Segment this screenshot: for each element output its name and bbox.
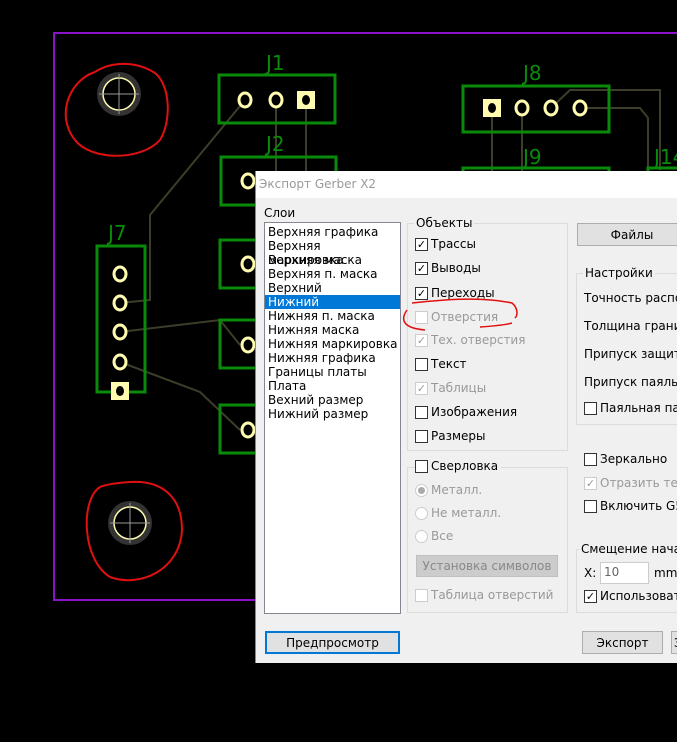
radio-circle — [415, 529, 428, 543]
hole-table-checkbox[interactable]: Таблица отверстий — [415, 588, 553, 602]
layer-item[interactable]: Верхняя графика — [265, 225, 400, 239]
layer-item[interactable]: Нижняя п. маска — [265, 309, 400, 323]
drilling-label: Сверловка — [431, 459, 499, 473]
checkbox-box: ✓ — [415, 261, 428, 275]
object-label: Текст — [431, 357, 467, 371]
object-checkbox[interactable]: ✓ Трассы — [415, 237, 476, 251]
object-label: Выводы — [431, 261, 481, 275]
layer-item[interactable]: Нижняя графика — [265, 351, 400, 365]
checkbox-box — [415, 357, 428, 371]
offset-label: Смещение начал — [579, 542, 677, 556]
g54-label: Включить G54 — [600, 499, 677, 513]
setting-border-width: Толщина границ — [584, 319, 677, 333]
label-j8: J8 — [521, 61, 542, 85]
object-label: Отверстия — [431, 310, 499, 324]
export-button[interactable]: Экспорт — [582, 631, 663, 654]
layer-item[interactable]: Нижний размер — [265, 407, 400, 421]
layer-item[interactable]: Границы платы — [265, 365, 400, 379]
hole-table-label: Таблица отверстий — [431, 588, 554, 602]
checkbox-box: ✓ — [415, 381, 428, 395]
object-checkbox[interactable]: ✓ Тех. отверстия — [415, 333, 525, 347]
layer-item[interactable]: Верхняя маркировка — [265, 239, 400, 267]
layer-item[interactable]: Нижний — [265, 295, 400, 309]
label-j14: J14 — [652, 145, 677, 169]
object-label: Переходы — [431, 286, 495, 300]
setting-paste-clearance: Припуск паяльно — [584, 375, 677, 389]
object-label: Таблицы — [431, 381, 487, 395]
layer-item[interactable]: Нижняя маркировка — [265, 337, 400, 351]
checkbox-box: ✓ — [415, 237, 428, 251]
settings-label: Настройки — [583, 266, 655, 280]
dialog-title: Экспорт Gerber X2 — [256, 171, 677, 198]
use-offset-checkbox[interactable]: ✓Использовать — [584, 589, 677, 603]
files-button[interactable]: Файлы — [577, 223, 677, 246]
checkbox-box — [415, 310, 428, 324]
offset-x-label: X: — [584, 566, 597, 580]
offset-unit: mm — [654, 566, 677, 580]
label-j2: J2 — [264, 132, 285, 156]
g54-checkbox[interactable]: Включить G54 — [584, 499, 677, 513]
layer-item[interactable]: Верхняя п. маска — [265, 267, 400, 281]
paste-label: Паяльная пас — [600, 401, 677, 415]
object-checkbox[interactable]: Размеры — [415, 429, 486, 443]
drill-radio[interactable]: Все — [415, 529, 453, 543]
offset-x-input[interactable]: 10 — [600, 562, 649, 584]
drill-radio[interactable]: Не металл. — [415, 506, 501, 520]
radio-label: Металл. — [431, 483, 483, 497]
setting-mask-clearance: Припуск защитно — [584, 347, 677, 361]
radio-circle — [415, 506, 428, 520]
symbols-setup-button[interactable]: Установка символов — [416, 555, 558, 577]
radio-label: Все — [431, 529, 454, 543]
paste-checkbox[interactable]: Паяльная пас — [584, 401, 677, 415]
close-button[interactable]: З — [671, 631, 677, 654]
checkbox-box — [415, 429, 428, 443]
layer-item[interactable]: Верхний — [265, 281, 400, 295]
use-offset-label: Использовать — [600, 589, 677, 603]
drilling-checkbox[interactable]: Сверловка — [415, 459, 502, 473]
label-j7: J7 — [106, 221, 127, 245]
object-checkbox[interactable]: ✓ Таблицы — [415, 381, 486, 395]
object-checkbox[interactable]: Отверстия — [415, 310, 498, 324]
mirror-text-checkbox[interactable]: ✓Отразить текс — [584, 476, 677, 490]
mirror-label: Зеркально — [600, 452, 668, 466]
object-checkbox[interactable]: ✓ Выводы — [415, 261, 481, 275]
object-checkbox[interactable]: ✓ Переходы — [415, 286, 495, 300]
layer-item[interactable]: Нижняя маска — [265, 323, 400, 337]
radio-circle — [415, 483, 428, 497]
object-label: Изображения — [431, 405, 518, 419]
mirror-text-label: Отразить текс — [600, 476, 677, 490]
object-label: Тех. отверстия — [431, 333, 526, 347]
preview-button[interactable]: Предпросмотр — [265, 631, 400, 654]
object-label: Трассы — [431, 237, 476, 251]
checkbox-box — [415, 405, 428, 419]
object-label: Размеры — [431, 429, 486, 443]
checkbox-box: ✓ — [415, 333, 428, 347]
label-j1: J1 — [264, 51, 285, 75]
setting-precision: Точность распоз — [584, 291, 677, 305]
checkbox-box: ✓ — [415, 286, 428, 300]
objects-label: Объекты — [414, 216, 475, 230]
layers-listbox[interactable]: Верхняя графика Верхняя маркировка Верхняя… — [264, 222, 401, 614]
drill-radio[interactable]: Металл. — [415, 483, 482, 497]
radio-label: Не металл. — [431, 506, 502, 520]
mirror-checkbox[interactable]: Зеркально — [584, 452, 667, 466]
gerber-export-dialog: Экспорт Gerber X2 Слои Верхняя графика Ве… — [255, 171, 677, 663]
layer-item[interactable]: Плата — [265, 379, 400, 393]
label-j9: J9 — [521, 145, 542, 169]
object-checkbox[interactable]: Изображения — [415, 405, 517, 419]
object-checkbox[interactable]: Текст — [415, 357, 467, 371]
layer-item[interactable]: Вехний размер — [265, 393, 400, 407]
layers-label: Слои — [264, 206, 296, 220]
layer-item[interactable]: Верхняя маска — [265, 253, 400, 267]
